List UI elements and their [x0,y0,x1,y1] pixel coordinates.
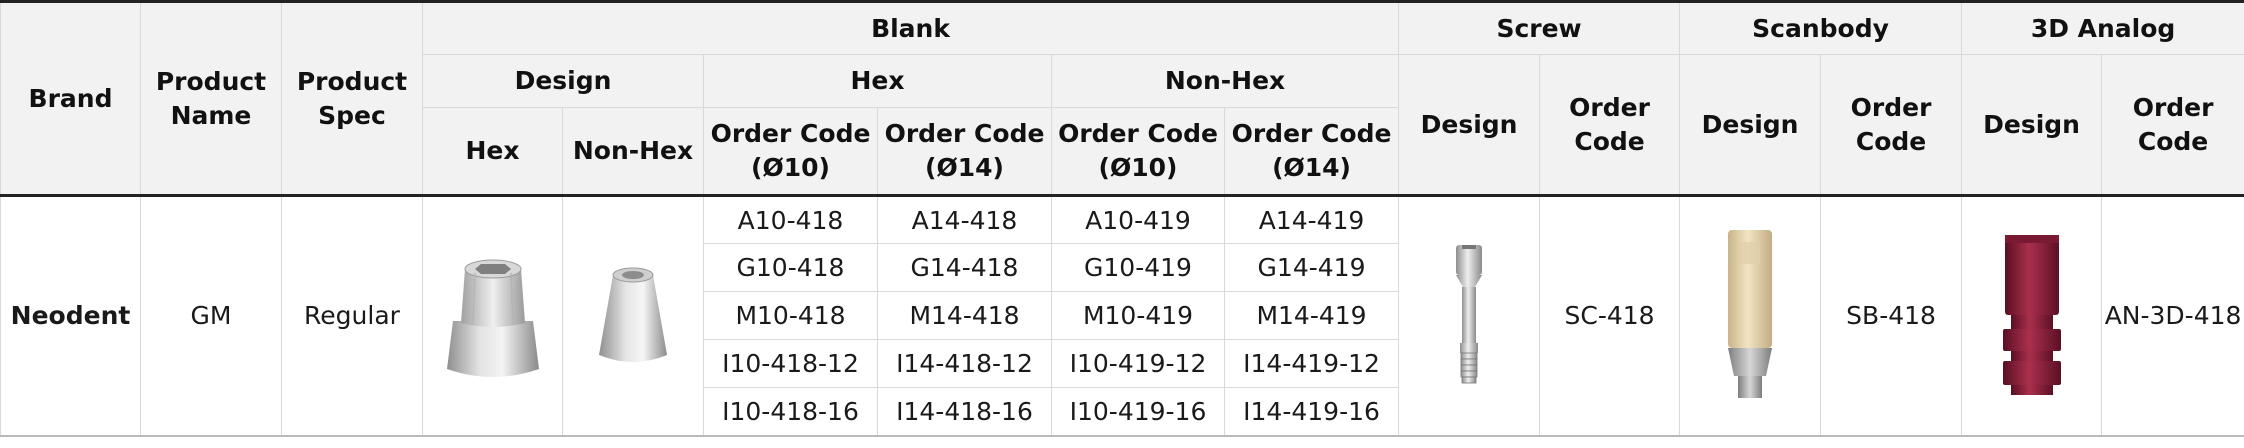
blank-code-cell: I14-418-12 [877,339,1052,388]
header-blank-nonhex: Non-Hex [1050,54,1400,108]
header-hex-order-code-10: Order Code (Ø10) [703,107,878,197]
analog-code-cell: AN-3D-418 [2101,195,2244,437]
header-nonhex-order-code-14: Order Code (Ø14) [1223,107,1400,197]
header-design-hex: Hex [422,107,563,197]
blank-code-cell: M10-419 [1051,291,1225,340]
product-table: Brand Product Name Product Spec Blank Sc… [0,0,2244,437]
header-screw: Screw [1398,0,1681,55]
table-body: Neodent GM Regular A10-418 A14-418 A10-4… [0,195,2244,437]
scanbody-icon [1728,229,1773,398]
blank-code-cell: A14-419 [1223,195,1400,244]
header-product-name: Product Name [140,0,282,197]
header-screw-order-code: Order Code [1539,54,1681,197]
table-row: Neodent GM Regular A10-418 A14-418 A10-4… [0,195,2244,437]
header-blank-hex: Hex [703,54,1052,108]
header-hex-order-code-14: Order Code (Ø14) [877,107,1052,197]
blank-code-cell: G14-418 [877,243,1052,292]
header-analog-order-code: Order Code [2101,54,2244,197]
header-scanbody: Scanbody [1679,0,1963,55]
header-nonhex-order-code-10: Order Code (Ø10) [1051,107,1225,197]
blank-code-cell: I14-419-16 [1223,387,1400,437]
header-screw-design: Design [1398,54,1541,197]
header-brand: Brand [0,0,141,197]
scanbody-code-cell: SB-418 [1820,195,1963,437]
blank-code-cell: M14-418 [877,291,1052,340]
screw-icon [1456,244,1483,384]
product-name-cell: GM [140,195,282,437]
blank-code-cell: A10-419 [1051,195,1225,244]
analog-image-cell [1961,195,2103,437]
scanbody-image-cell [1679,195,1822,437]
blank-code-cell: A14-418 [877,195,1052,244]
header-scanbody-order-code: Order Code [1820,54,1963,197]
nonhex-blank-icon [599,267,667,362]
blank-code-cell: G10-419 [1051,243,1225,292]
header-design-nonhex: Non-Hex [562,107,704,197]
hex-blank-image-cell [422,195,563,437]
brand-cell: Neodent [0,195,141,437]
blank-code-cell: G14-419 [1223,243,1400,292]
screw-image-cell [1398,195,1541,437]
product-spec-cell: Regular [281,195,423,437]
header-blank-design: Design [422,54,704,108]
blank-code-cell: I10-418-16 [703,387,878,437]
blank-code-cell: I10-418-12 [703,339,878,388]
header-product-spec: Product Spec [281,0,423,197]
blank-code-cell: I14-418-16 [877,387,1052,437]
blank-code-cell: I14-419-12 [1223,339,1400,388]
blank-code-cell: G10-418 [703,243,878,292]
blank-code-cell: M14-419 [1223,291,1400,340]
blank-code-cell: M10-418 [703,291,878,340]
hex-blank-icon [446,259,539,377]
nonhex-blank-image-cell [562,195,704,437]
header-analog-design: Design [1961,54,2103,197]
blank-code-cell: I10-419-12 [1051,339,1225,388]
header-blank: Blank [421,0,1400,55]
header-3d-analog: 3D Analog [1961,0,2244,55]
table-header: Brand Product Name Product Spec Blank Sc… [0,0,2244,197]
blank-code-cell: A10-418 [703,195,878,244]
screw-code-cell: SC-418 [1539,195,1681,437]
analog-icon [2002,234,2061,395]
blank-code-cell: I10-419-16 [1051,387,1225,437]
header-scanbody-design: Design [1679,54,1822,197]
